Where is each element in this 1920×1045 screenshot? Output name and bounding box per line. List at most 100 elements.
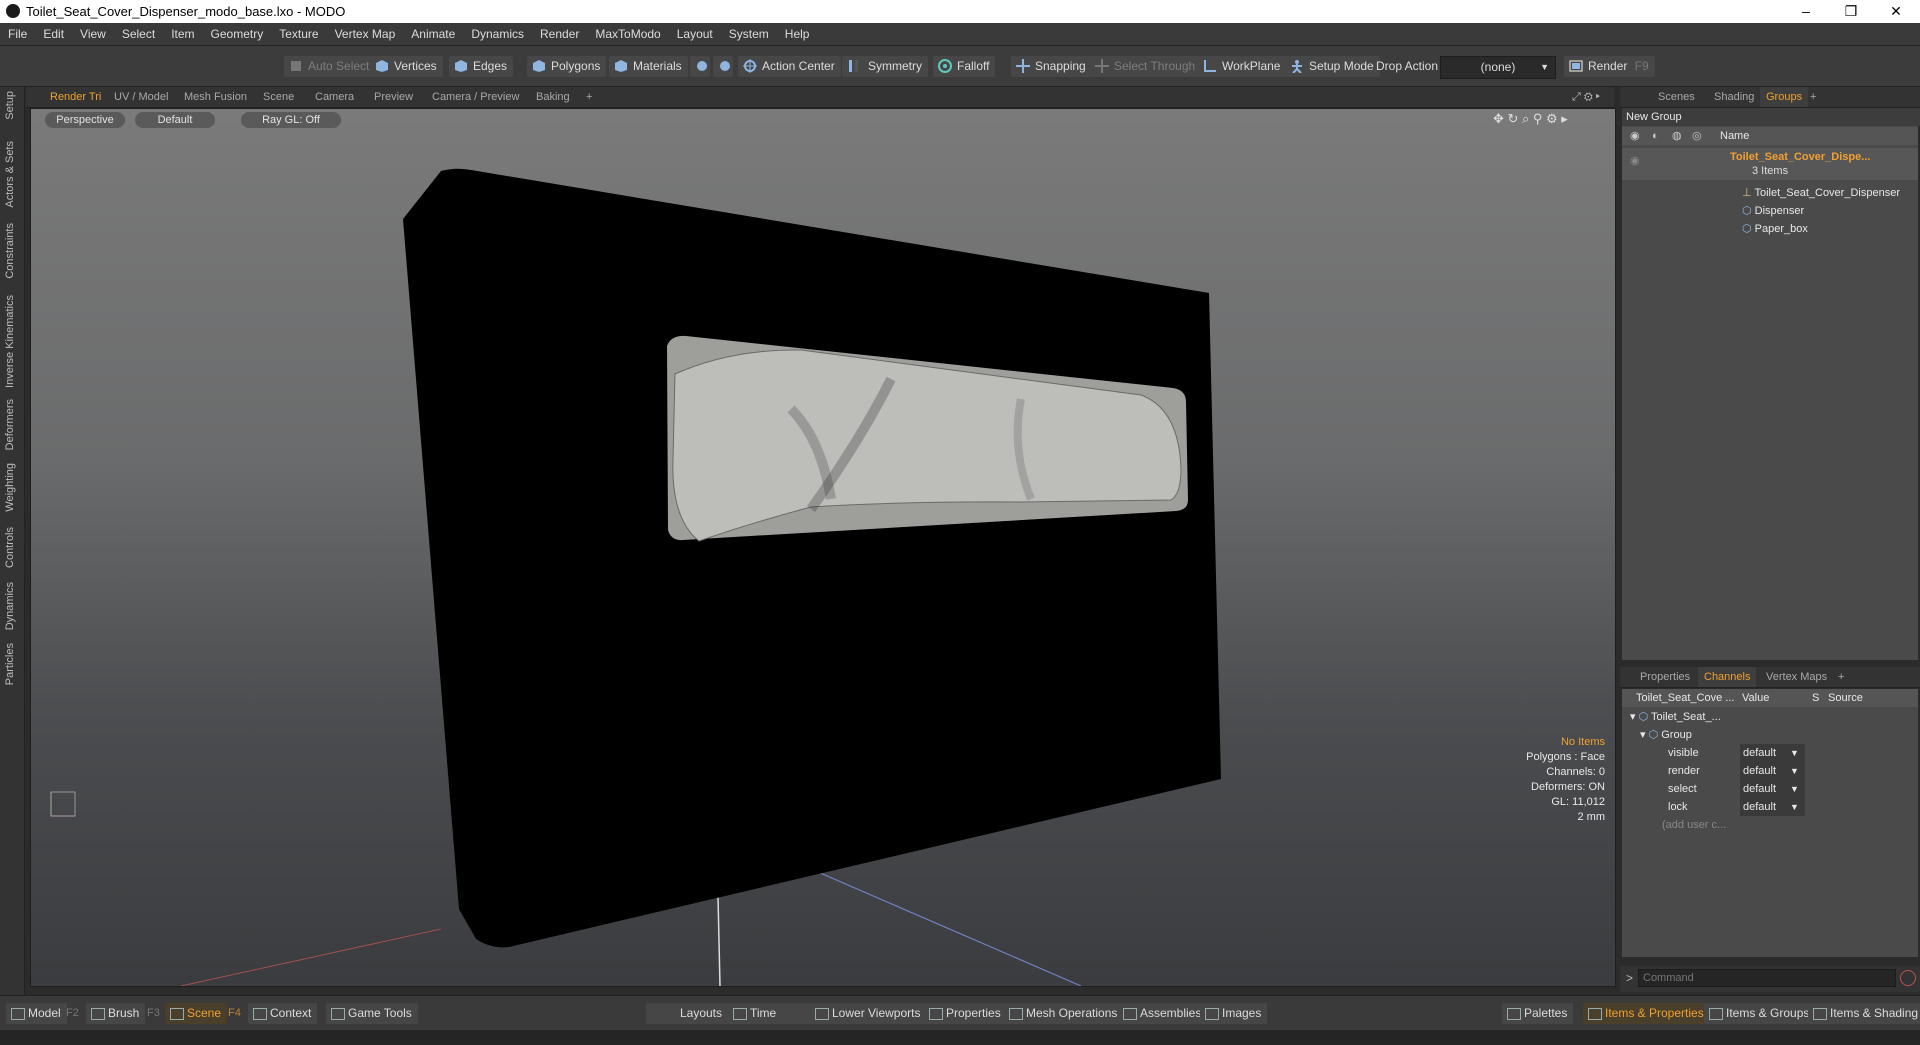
selection-sets-button[interactable] [690,56,710,77]
menu-edit[interactable]: Edit [35,23,72,45]
tab-add-right[interactable]: + [1804,87,1822,107]
menu-view[interactable]: View [72,23,114,45]
tab-controls[interactable]: Controls [4,527,16,568]
channel-row-render[interactable]: render default ▼ [1622,762,1918,780]
mesh-operations-button[interactable]: Mesh Operations [1004,1003,1124,1024]
tab-vertex-maps[interactable]: Vertex Maps [1760,667,1833,687]
edges-button[interactable]: Edges [449,56,514,77]
items-properties-button[interactable]: Items & Properties [1583,1003,1710,1024]
tab-constraints[interactable]: Constraints [4,223,16,279]
items-shading-button[interactable]: Items & Shading [1808,1003,1920,1024]
game-tools-button[interactable]: Game Tools [326,1003,418,1024]
time-button[interactable]: Time [728,1003,816,1024]
properties-button[interactable]: Properties [924,1003,1007,1024]
tab-uv-model[interactable]: UV / Model [108,87,174,107]
workplane-button[interactable]: WorkPlane [1198,56,1287,77]
lower-viewports-button[interactable]: Lower Viewports [810,1003,927,1024]
scene-layout-button[interactable]: Scene [165,1003,228,1024]
tab-particles[interactable]: Particles [4,643,16,685]
tab-baking[interactable]: Baking [530,87,576,107]
channel-item-row[interactable]: ▾ ⬡ Toilet_Seat_... [1622,708,1918,726]
tab-camera[interactable]: Camera [309,87,360,107]
model-layout-button[interactable]: Model [6,1003,67,1024]
context-layout-button[interactable]: Context [248,1003,318,1024]
falloff-button[interactable]: Falloff [933,56,996,77]
materials-label: Materials [633,59,682,73]
drop-action-select[interactable]: (none) ▼ [1440,56,1556,79]
tab-groups[interactable]: Groups [1760,87,1809,107]
tab-properties[interactable]: Properties [1634,667,1696,687]
group-root-row[interactable]: ◉ Toilet_Seat_Cover_Dispe... 3 Items [1622,148,1918,180]
channel-group-row[interactable]: ▾ ⬡ Group [1622,726,1918,744]
chevron-down-icon[interactable]: ▼ [1790,762,1799,780]
brush-layout-button[interactable]: Brush [86,1003,146,1024]
action-center-button[interactable]: Action Center [738,56,841,77]
snapping-button[interactable]: Snapping [1011,56,1092,77]
add-user-channel[interactable]: (add user c... [1622,816,1918,834]
chevron-down-icon[interactable]: ▼ [1790,798,1799,816]
symmetry-button[interactable]: Symmetry [842,56,928,77]
menu-maxtomodo[interactable]: MaxToModo [587,23,668,45]
tab-scenes[interactable]: Scenes [1652,87,1701,107]
menu-dynamics[interactable]: Dynamics [463,23,532,45]
menu-file[interactable]: File [0,23,35,45]
polygons-button[interactable]: Polygons [527,56,607,77]
tab-shading[interactable]: Shading [1708,87,1760,107]
render-label: Render [1588,59,1628,73]
tab-actors-sets[interactable]: Actors & Sets [4,141,16,208]
tab-weighting[interactable]: Weighting [4,463,16,512]
group-child-3[interactable]: ⬡ Paper_box [1742,220,1918,238]
root-visibility-icon[interactable]: ◉ [1630,152,1640,170]
viewport-options-icon[interactable]: ⤢ ⚙ ▸ [1566,87,1606,107]
palettes-button[interactable]: Palettes [1502,1003,1574,1024]
chevron-down-icon[interactable]: ▼ [1790,744,1799,762]
menu-animate[interactable]: Animate [403,23,463,45]
command-record-icon[interactable] [1900,970,1916,986]
tab-scene[interactable]: Scene [257,87,300,107]
tab-mesh-fusion[interactable]: Mesh Fusion [178,87,253,107]
menu-texture[interactable]: Texture [271,23,326,45]
images-button[interactable]: Images [1200,1003,1268,1024]
menu-vertex-map[interactable]: Vertex Map [327,23,404,45]
render-button[interactable]: Render F9 [1564,56,1655,77]
menu-geometry[interactable]: Geometry [203,23,272,45]
menu-system[interactable]: System [721,23,777,45]
tab-add[interactable]: + [580,87,598,107]
tab-dynamics[interactable]: Dynamics [4,582,16,630]
channel-row-visible[interactable]: visible default ▼ [1622,744,1918,762]
group-child-1[interactable]: ⊥ Toilet_Seat_Cover_Dispenser [1742,184,1918,202]
select-through-button[interactable]: Select Through [1090,56,1202,77]
selection-lock-button[interactable] [713,56,733,77]
group-child-2[interactable]: ⬡ Dispenser [1742,202,1918,220]
tab-preview[interactable]: Preview [368,87,419,107]
minimize-button[interactable]: – [1786,2,1826,20]
new-group-button[interactable]: New Group [1622,108,1920,126]
vertices-button[interactable]: Vertices [370,56,443,77]
menu-select[interactable]: Select [114,23,163,45]
auto-select-button[interactable]: Auto Select [284,56,376,77]
restore-button[interactable]: ❐ [1831,2,1871,20]
tab-channels[interactable]: Channels [1698,667,1757,687]
3d-viewport[interactable]: Perspective Default Ray GL: Off ✥ ↻ ⌕ ⚲ … [30,108,1616,987]
tab-camera-preview[interactable]: Camera / Preview [426,87,525,107]
lower-viewports-label: Lower Viewports [832,1006,921,1020]
chevron-down-icon[interactable]: ▼ [1790,780,1799,798]
tab-inverse-kinematics[interactable]: Inverse Kinematics [4,295,16,388]
tab-add-bottom[interactable]: + [1832,667,1850,687]
tab-deformers[interactable]: Deformers [4,399,16,450]
materials-button[interactable]: Materials [609,56,688,77]
channel-row-lock[interactable]: lock default ▼ [1622,798,1918,816]
command-input[interactable] [1638,969,1896,987]
assemblies-button[interactable]: Assemblies [1118,1003,1208,1024]
menu-item[interactable]: Item [163,23,202,45]
menu-help[interactable]: Help [777,23,818,45]
menu-render[interactable]: Render [532,23,587,45]
setup-mode-button[interactable]: Setup Mode [1285,56,1380,77]
menu-layout[interactable]: Layout [669,23,721,45]
channel-row-select[interactable]: select default ▼ [1622,780,1918,798]
tab-render-tri[interactable]: Render Tri [44,87,107,107]
tab-setup[interactable]: Setup [4,91,16,120]
items-groups-button[interactable]: Items & Groups [1704,1003,1816,1024]
close-button[interactable]: ✕ [1876,2,1916,20]
edges-label: Edges [473,59,508,73]
